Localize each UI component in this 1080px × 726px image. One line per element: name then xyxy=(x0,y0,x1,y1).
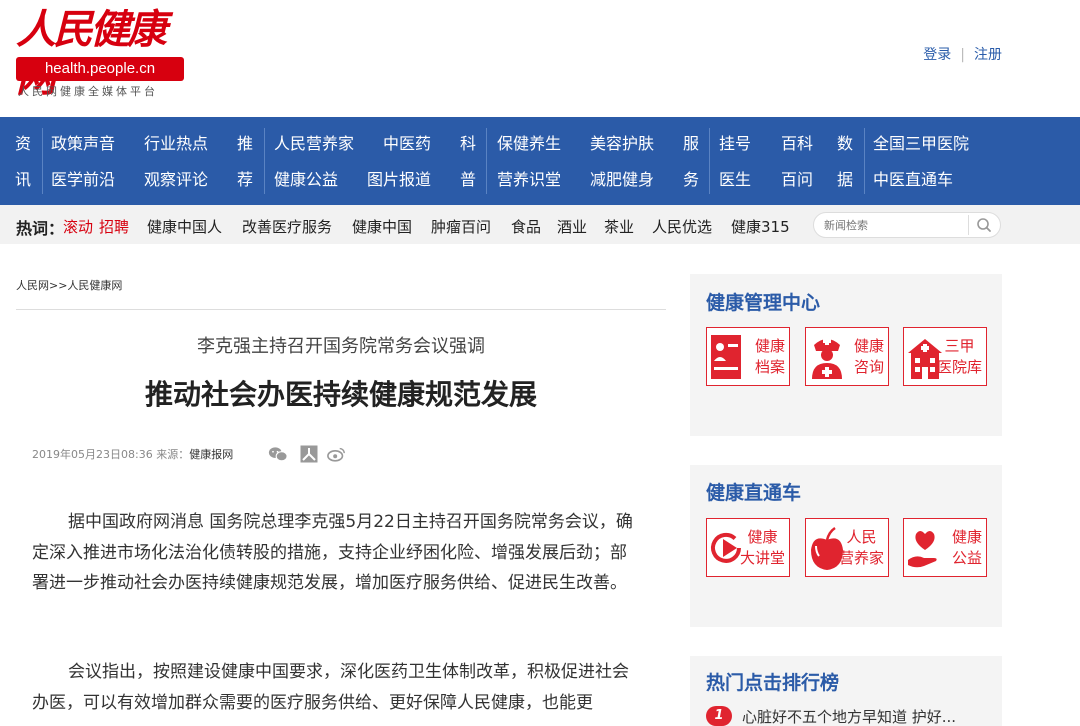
health-lecture-tile[interactable]: 健康 大讲堂 xyxy=(706,518,790,577)
tile-label-line: 健康 xyxy=(747,528,778,546)
tile-label-line: 档案 xyxy=(754,358,785,376)
nav-link[interactable]: 保健养生 xyxy=(497,134,561,154)
source-label: 来源： xyxy=(156,448,190,461)
nutrition-expert-tile[interactable]: 人民 营养家 xyxy=(805,518,889,577)
search-button[interactable] xyxy=(968,215,998,235)
nav-link[interactable]: 减肥健身 xyxy=(590,170,654,190)
nav-group-tag: 推 xyxy=(237,134,254,153)
nav-link[interactable]: 百科 xyxy=(781,134,813,154)
tile-label-line: 健康 xyxy=(951,528,982,546)
hot-keyword[interactable]: 食品 xyxy=(511,216,541,237)
tile-label-line: 大讲堂 xyxy=(739,549,785,567)
nav-link[interactable]: 医生 xyxy=(719,170,751,190)
tile-label-line: 咨询 xyxy=(853,358,884,376)
article-paragraph: 会议指出，按照建设健康中国要求，深化医药卫生体制改革，积极促进社会办医，可以有效… xyxy=(32,662,629,713)
nav-link[interactable]: 观察评论 xyxy=(144,170,208,190)
article-datetime: 2019年05月23日08:36 xyxy=(32,448,153,461)
nav-divider xyxy=(42,128,43,194)
heart-hand-icon xyxy=(908,531,937,568)
nav-link[interactable]: 健康公益 xyxy=(274,170,338,190)
article-meta: 2019年05月23日08:36 来源：健康报网 xyxy=(32,446,233,462)
rank-number-badge: 1 xyxy=(706,706,732,726)
nav-group-tag: 服 xyxy=(683,134,700,153)
hot-keyword[interactable]: 茶业 xyxy=(604,216,634,237)
article-paragraph: 据中国政府网消息 国务院总理李克强5月22日主持召开国务院常务会议，确定深入推进… xyxy=(32,512,633,593)
wechat-share-icon[interactable] xyxy=(268,445,288,463)
logo-tagline: 人民网健康全媒体平台 xyxy=(18,85,158,98)
health-records-tile[interactable]: 健康 档案 xyxy=(706,327,790,386)
nav-link[interactable]: 图片报道 xyxy=(367,170,431,190)
register-link[interactable]: 注册 xyxy=(974,47,1002,63)
logo-url: health.people.cn xyxy=(16,57,184,81)
hot-keyword[interactable]: 改善医疗服务 xyxy=(242,216,332,237)
panel-title: 健康管理中心 xyxy=(706,292,821,314)
hot-keyword[interactable]: 招聘 xyxy=(99,216,129,237)
article-source[interactable]: 健康报网 xyxy=(189,448,233,461)
weibo-share-icon[interactable] xyxy=(327,445,347,463)
nav-link[interactable]: 营养识堂 xyxy=(497,170,561,190)
records-icon xyxy=(711,335,741,379)
nav-link[interactable]: 人民营养家 xyxy=(274,134,354,154)
ranking-item-link[interactable]: 心脏好不五个地方早知道 护好... xyxy=(742,706,956,726)
health-consult-tile[interactable]: 健康 咨询 xyxy=(805,327,889,386)
main-nav xyxy=(0,117,1080,205)
nav-group-tag: 科 xyxy=(460,134,477,153)
doctor-icon xyxy=(812,337,842,379)
article-title: 推动社会办医持续健康规范发展 xyxy=(144,378,537,411)
auth-separator: | xyxy=(960,47,965,63)
tile-label-line: 三甲 xyxy=(944,337,975,355)
nav-link[interactable]: 政策声音 xyxy=(51,134,115,154)
auth-links: 登录 | 注册 xyxy=(923,44,1002,64)
nav-divider xyxy=(709,128,710,194)
news-search-input[interactable] xyxy=(824,216,964,234)
nav-link[interactable]: 中医直通车 xyxy=(873,170,953,190)
tile-label-line: 健康 xyxy=(853,337,884,355)
tile-label-line: 公益 xyxy=(951,549,982,567)
nav-link[interactable]: 百问 xyxy=(781,170,813,190)
hot-keyword[interactable]: 健康中国人 xyxy=(147,216,222,237)
login-link[interactable]: 登录 xyxy=(923,47,951,63)
nav-link[interactable]: 医学前沿 xyxy=(51,170,115,190)
news-search-box xyxy=(813,212,1001,238)
nav-link[interactable]: 全国三甲医院 xyxy=(873,134,969,154)
panel-title: 健康直通车 xyxy=(706,482,802,504)
nav-group-tag: 务 xyxy=(683,170,700,189)
site-header: 人民健康网 health.people.cn 人民网健康全媒体平台 登录 | 注册 xyxy=(0,0,1080,117)
nav-divider xyxy=(264,128,265,194)
hot-keyword[interactable]: 健康中国 xyxy=(352,216,412,237)
nav-link[interactable]: 挂号 xyxy=(719,134,751,154)
hot-keywords-label: 热词： xyxy=(16,219,65,238)
nav-link[interactable]: 美容护肤 xyxy=(590,134,654,154)
nav-group-tag: 据 xyxy=(837,170,854,189)
nav-group-tag: 荐 xyxy=(237,170,254,189)
nav-group-tag: 普 xyxy=(460,170,477,189)
tile-label-line: 人民 xyxy=(846,528,877,546)
panel-title: 热门点击排行榜 xyxy=(706,672,840,694)
tile-label-line: 健康 xyxy=(754,337,785,355)
breadcrumb[interactable]: 人民网>>人民健康网 xyxy=(16,277,122,293)
hot-keyword[interactable]: 健康315 xyxy=(731,216,790,237)
divider xyxy=(16,309,666,310)
hot-keyword[interactable]: 酒业 xyxy=(557,216,587,237)
tile-label-line: 营养家 xyxy=(838,549,884,567)
nav-divider xyxy=(486,128,487,194)
hot-keyword[interactable]: 肿瘤百问 xyxy=(431,216,491,237)
nav-group-tag: 讯 xyxy=(15,170,32,189)
nav-link[interactable]: 中医药 xyxy=(383,134,431,154)
nav-link[interactable]: 行业热点 xyxy=(144,134,208,154)
search-icon xyxy=(977,218,991,232)
hot-keyword[interactable]: 人民优选 xyxy=(652,216,712,237)
health-charity-tile[interactable]: 健康 公益 xyxy=(903,518,987,577)
tile-label-line: 医院库 xyxy=(936,358,982,376)
site-logo[interactable]: 人民健康网 health.people.cn 人民网健康全媒体平台 xyxy=(16,6,186,101)
nav-divider xyxy=(864,128,865,194)
article-subtitle: 李克强主持召开国务院常务会议强调 xyxy=(197,336,485,357)
hospital-db-tile[interactable]: 三甲 医院库 xyxy=(903,327,987,386)
hot-keyword[interactable]: 滚动 xyxy=(63,216,93,237)
nav-group-tag: 资 xyxy=(15,134,32,153)
nav-group-tag: 数 xyxy=(837,134,854,153)
people-share-icon[interactable] xyxy=(299,445,319,463)
